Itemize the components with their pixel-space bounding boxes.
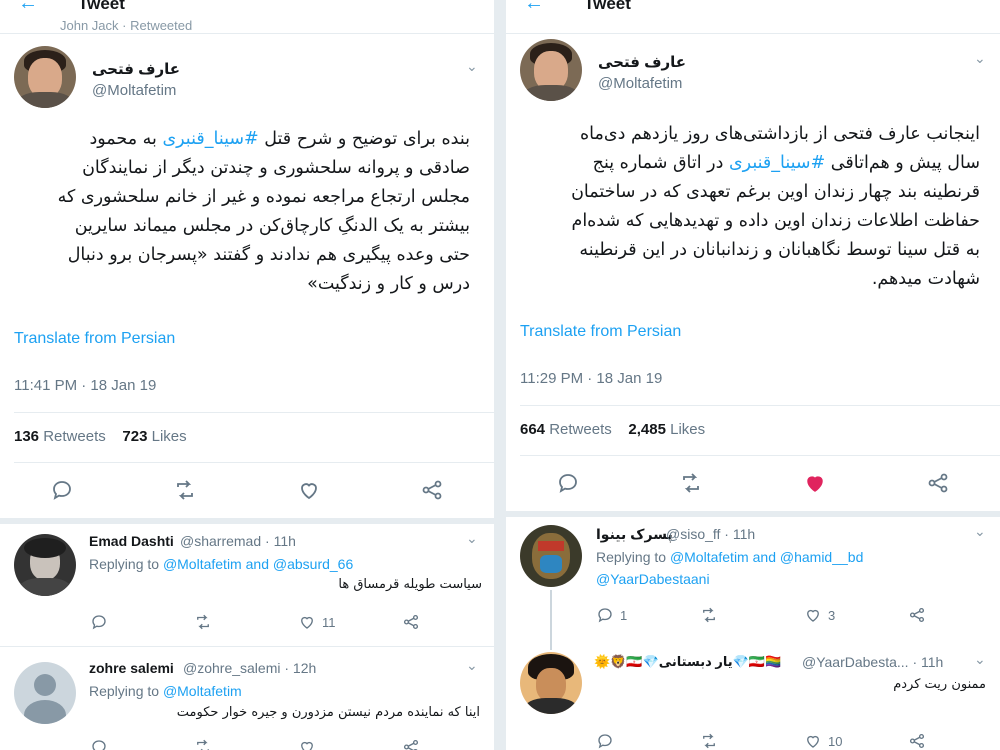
retweet-icon[interactable]	[700, 732, 718, 750]
author-avatar[interactable]	[14, 46, 76, 108]
reply-like-count: 3	[828, 607, 836, 623]
reply-button[interactable]: 1	[596, 606, 627, 624]
share-icon[interactable]	[908, 606, 926, 624]
tweet-stats: 136 Retweets 723 Likes	[14, 428, 187, 445]
right-tweet-panel: ← Tweet عارف فتحی @Moltafetim ⌄ اینجانب …	[506, 0, 1000, 750]
reply-count: 1	[620, 607, 628, 623]
like-button[interactable]: 3	[804, 606, 835, 624]
reply-author-handle[interactable]: @sharremad · 11h	[180, 533, 296, 549]
translate-link[interactable]: Translate from Persian	[14, 330, 175, 348]
share-icon[interactable]	[420, 478, 444, 502]
like-button[interactable]: 11	[298, 613, 336, 631]
chevron-down-icon[interactable]: ⌄	[466, 657, 478, 674]
default-avatar[interactable]	[14, 662, 76, 724]
reply-like-count: 10	[828, 733, 843, 749]
reply-author-name[interactable]: 🌞🦁🇮🇷💎یار دبستانی💎🇮🇷🏳️‍🌈	[594, 654, 781, 670]
chevron-down-icon[interactable]: ⌄	[974, 523, 986, 540]
heart-icon[interactable]	[298, 738, 316, 750]
like-button[interactable]: 10	[804, 732, 842, 750]
retweet-icon[interactable]	[194, 613, 212, 631]
header-title: Tweet	[584, 0, 631, 13]
tweet-text: بنده برای توضیح و شرح قتل #سینا_قنبری به…	[57, 129, 470, 294]
share-icon[interactable]	[402, 613, 420, 631]
replying-to-line-2: @YaarDabestaani	[596, 571, 710, 587]
replying-to-line: Replying to @Moltafetim	[89, 683, 242, 699]
reply-icon[interactable]	[90, 613, 108, 631]
share-icon[interactable]	[908, 732, 926, 750]
reply-author-handle[interactable]: @siso_ff · 11h	[666, 526, 755, 542]
chevron-down-icon[interactable]: ⌄	[974, 50, 986, 67]
reply-icon[interactable]	[556, 471, 580, 495]
tweet-text: اینجانب عارف فتحی از بازداشتی‌های روز یا…	[571, 124, 980, 289]
retweet-count[interactable]: 664	[520, 421, 545, 438]
back-arrow-icon[interactable]: ←	[18, 0, 38, 15]
retweet-icon[interactable]	[679, 471, 703, 495]
retweet-count[interactable]: 136	[14, 428, 39, 445]
replying-to-line: Replying to @Moltafetim and @absurd_66	[89, 556, 354, 572]
reply-avatar[interactable]	[520, 652, 582, 714]
author-handle[interactable]: @Moltafetim	[598, 75, 682, 92]
heart-filled-icon[interactable]	[803, 471, 827, 495]
author-avatar[interactable]	[520, 39, 582, 101]
retweeted-by-label: John Jack · Retweeted	[60, 18, 193, 33]
translate-link[interactable]: Translate from Persian	[520, 323, 681, 341]
retweet-icon[interactable]	[700, 606, 718, 624]
reply-avatar[interactable]	[520, 525, 582, 587]
hashtag-link[interactable]: #سینا_قنبری	[729, 153, 825, 173]
reply-avatar[interactable]	[14, 534, 76, 596]
reply-author-name[interactable]: پسرک بینوا	[596, 526, 673, 543]
chevron-down-icon[interactable]: ⌄	[466, 58, 478, 75]
author-handle[interactable]: @Moltafetim	[92, 82, 176, 99]
author-name[interactable]: عارف فتحی	[92, 60, 180, 78]
hashtag-link[interactable]: #سینا_قنبری	[162, 129, 258, 149]
share-icon[interactable]	[402, 738, 420, 750]
top-bar: ← Tweet	[506, 0, 1000, 34]
like-count[interactable]: 2,485	[628, 421, 666, 438]
heart-icon[interactable]	[297, 478, 321, 502]
header-title: Tweet	[78, 0, 125, 13]
reply-text: ممنون ریت کردم	[893, 677, 986, 692]
reply-icon[interactable]	[90, 738, 108, 750]
reply-text: سیاست طویله قرمساق ها	[338, 577, 482, 592]
like-count[interactable]: 723	[122, 428, 147, 445]
reply-icon[interactable]	[50, 478, 74, 502]
retweet-icon[interactable]	[194, 738, 212, 750]
reply-author-name[interactable]: zohre salemi	[89, 660, 174, 676]
top-bar: ← Tweet John Jack · Retweeted	[0, 0, 494, 34]
reply-text: اینا که نماینده مردم نیستن مزدورن و جیره…	[176, 705, 480, 720]
chevron-down-icon[interactable]: ⌄	[974, 651, 986, 668]
retweet-icon[interactable]	[173, 478, 197, 502]
reply-icon	[598, 608, 612, 623]
left-tweet-panel: ← Tweet John Jack · Retweeted عارف فتحی …	[0, 0, 494, 750]
reply-author-handle[interactable]: @YaarDabesta... · 11h	[802, 654, 943, 670]
heart-icon	[807, 735, 819, 748]
tweet-timestamp: 11:29 PM · 18 Jan 19	[520, 370, 663, 387]
reply-icon[interactable]	[596, 732, 614, 750]
chevron-down-icon[interactable]: ⌄	[466, 530, 478, 547]
author-name[interactable]: عارف فتحی	[598, 53, 686, 71]
reply-author-name[interactable]: Emad Dashti	[89, 533, 174, 549]
reply-author-handle[interactable]: @zohre_salemi · 12h	[183, 660, 316, 676]
share-icon[interactable]	[926, 471, 950, 495]
back-arrow-icon[interactable]: ←	[524, 0, 544, 15]
heart-icon	[301, 616, 313, 629]
reply-like-count: 11	[322, 614, 336, 630]
tweet-stats: 664 Retweets 2,485 Likes	[520, 421, 706, 438]
replying-to-line: Replying to @Moltafetim and @hamid__bd	[596, 549, 864, 565]
tweet-timestamp: 11:41 PM · 18 Jan 19	[14, 377, 157, 394]
heart-icon	[807, 609, 819, 622]
